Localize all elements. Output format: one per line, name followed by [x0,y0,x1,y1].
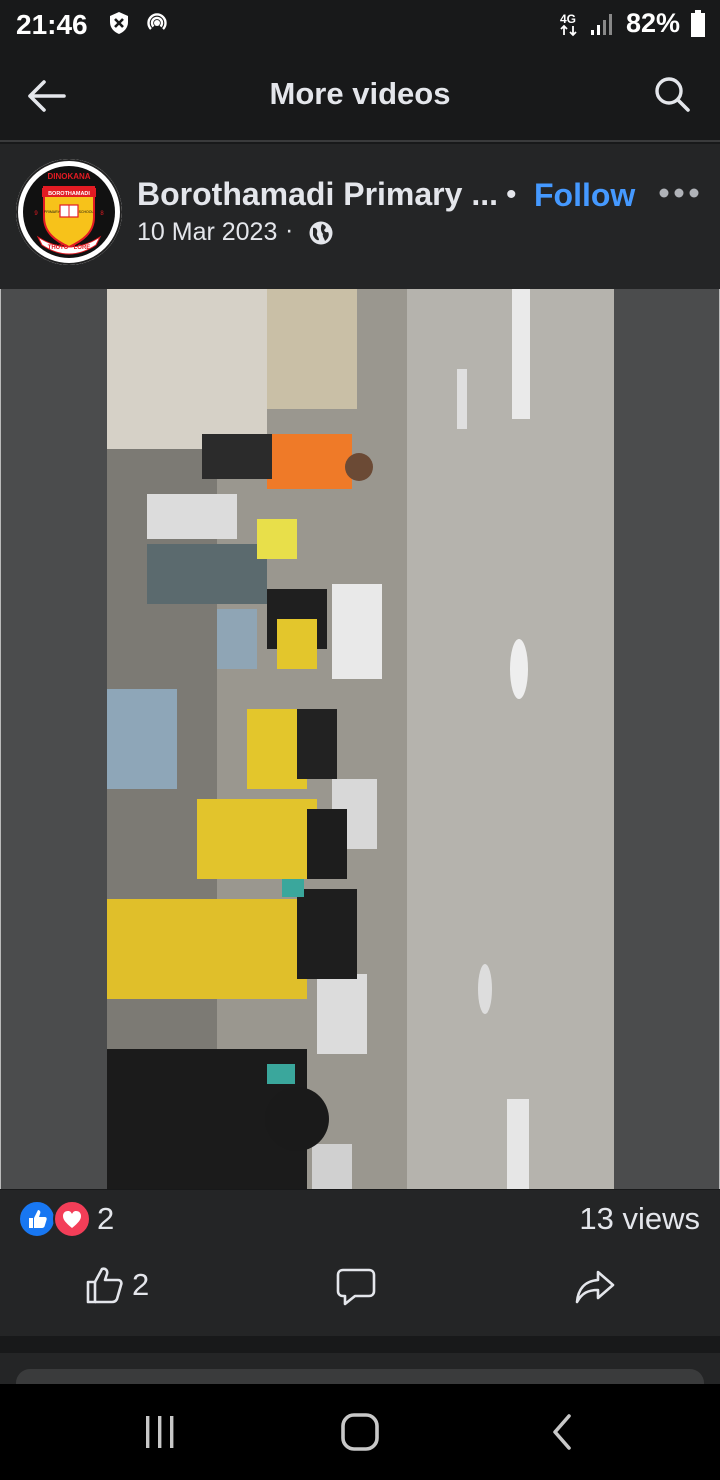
like-button[interactable]: 2 [84,1264,149,1306]
recent-apps-icon [146,1416,174,1448]
date-separator: · [285,216,294,244]
next-video-card[interactable] [0,1353,720,1389]
post-date[interactable]: 10 Mar 2023 [137,218,277,247]
more-horizontal-icon [659,188,699,198]
logo-left-text: PRIMARY [44,210,61,214]
home-button[interactable] [340,1412,380,1452]
video-thumbnail-image [107,289,614,1189]
comment-icon [336,1268,376,1306]
shield-icon [110,12,128,34]
system-nav-bar [0,1384,720,1480]
like-reaction-icon [18,1200,56,1238]
status-left-icons [108,10,170,36]
status-bar: 21:46 4G 82% [0,0,720,50]
network-4g-icon: 4G [560,12,577,36]
logo-top-text: DINOKANA [47,172,90,181]
battery-percent: 82% [625,8,680,38]
globe-icon [309,221,333,245]
like-count: 2 [132,1267,150,1302]
name-separator: • [506,178,517,211]
video-frame[interactable] [107,289,614,1189]
comment-button[interactable] [335,1266,377,1308]
search-icon [655,77,690,112]
page-name[interactable]: Borothamadi Primary ... [137,176,498,213]
logo-right-text: SCHOOL [79,210,94,214]
page-avatar[interactable]: DINOKANA BOROTHAMADI 9 8 PRIMARY SCHOOL … [16,159,122,265]
views-count: 13 views [579,1201,700,1236]
share-icon [575,1270,615,1304]
reactions-summary[interactable]: 2 13 views [0,1190,720,1250]
battery-icon [691,9,705,37]
video-player[interactable] [0,289,720,1189]
signal-icon [590,13,612,35]
status-right: 4G 82% [558,8,706,39]
thumbs-up-icon [86,1267,123,1304]
status-time: 21:46 [16,9,88,40]
home-icon [341,1413,379,1451]
chevron-left-icon [553,1414,571,1450]
hotspot-icon [147,13,167,30]
app-header: More videos [0,50,720,142]
more-options-button[interactable] [658,186,700,206]
search-button[interactable] [652,74,696,118]
follow-button[interactable]: Follow [534,177,635,214]
logo-motto: THUTO - LORE [48,245,91,251]
school-logo: DINOKANA BOROTHAMADI 9 8 PRIMARY SCHOOL … [16,159,122,265]
page-title: More videos [269,76,451,111]
reaction-icons [18,1200,94,1240]
logo-banner-text: BOROTHAMADI [48,191,90,197]
system-back-button[interactable] [549,1412,575,1452]
recent-apps-button[interactable] [143,1414,177,1450]
reaction-count: 2 [97,1201,115,1236]
post-header: DINOKANA BOROTHAMADI 9 8 PRIMARY SCHOOL … [0,144,720,289]
share-button[interactable] [574,1266,616,1308]
svg-text:4G: 4G [560,12,576,26]
post-actions: 2 [0,1250,720,1336]
love-reaction-icon [53,1200,91,1238]
